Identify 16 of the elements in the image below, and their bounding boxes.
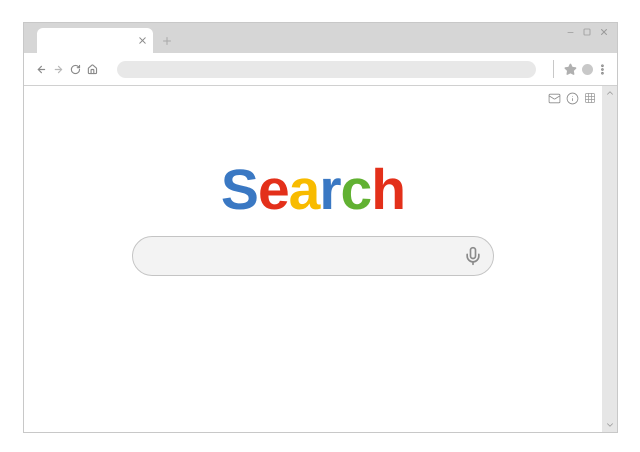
mail-icon[interactable] [548,92,561,105]
maximize-icon[interactable] [583,28,591,36]
new-tab-icon[interactable] [161,35,173,47]
scrollbar[interactable] [602,86,617,432]
info-icon[interactable] [566,92,579,105]
home-icon[interactable] [86,64,98,74]
grid-icon[interactable] [584,92,596,104]
back-icon[interactable] [36,64,47,74]
close-icon[interactable] [599,27,609,37]
search-field[interactable] [132,236,494,276]
forward-icon[interactable] [52,64,64,74]
close-icon[interactable] [137,35,148,46]
star-icon[interactable] [564,62,578,76]
profile-icon[interactable] [582,64,594,74]
logo: Search [220,162,406,219]
reload-icon[interactable] [70,64,81,74]
